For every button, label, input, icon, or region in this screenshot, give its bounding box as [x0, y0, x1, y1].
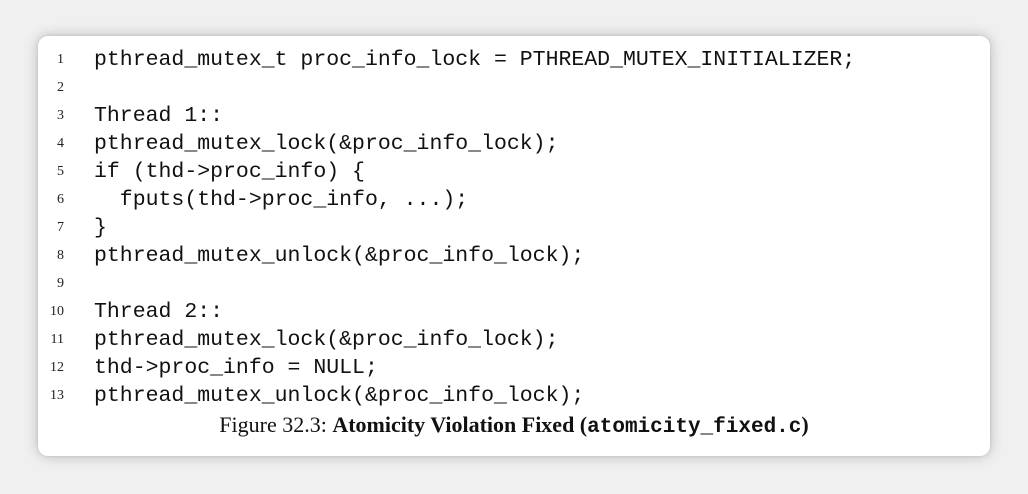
figure-title-close: ) [801, 412, 809, 437]
code-line: 5 if (thd->proc_info) { [38, 158, 990, 186]
line-number: 6 [57, 192, 64, 207]
line-number: 11 [50, 332, 64, 347]
code-line: 13 pthread_mutex_unlock(&proc_info_lock); [38, 382, 990, 410]
figure-title: Atomicity Violation Fixed ( [332, 412, 588, 437]
code-text: pthread_mutex_lock(&proc_info_lock); [94, 328, 559, 352]
code-text: thd->proc_info = NULL; [94, 356, 378, 380]
code-line: 9 [38, 270, 990, 298]
code-listing: 1 pthread_mutex_t proc_info_lock = PTHREA… [38, 46, 990, 410]
figure-filename: atomicity_fixed.c [587, 416, 802, 439]
code-line: 1 pthread_mutex_t proc_info_lock = PTHREA… [38, 46, 990, 74]
code-line: 4 pthread_mutex_lock(&proc_info_lock); [38, 130, 990, 158]
code-line: 12 thd->proc_info = NULL; [38, 354, 990, 382]
code-line: 6 fputs(thd->proc_info, ...); [38, 186, 990, 214]
code-text: } [94, 216, 107, 240]
code-text: Thread 2:: [94, 300, 224, 324]
code-text: fputs(thd->proc_info, ...); [94, 188, 469, 212]
line-number: 4 [57, 136, 64, 151]
line-number: 8 [57, 248, 64, 263]
figure-number: Figure 32.3: [219, 412, 333, 437]
code-text: pthread_mutex_unlock(&proc_info_lock); [94, 244, 585, 268]
line-number: 1 [57, 52, 64, 67]
code-line: 2 [38, 74, 990, 102]
code-text: if (thd->proc_info) { [94, 160, 365, 184]
code-line: 10 Thread 2:: [38, 298, 990, 326]
line-number: 9 [57, 276, 64, 291]
code-line: 8 pthread_mutex_unlock(&proc_info_lock); [38, 242, 990, 270]
code-text: pthread_mutex_t proc_info_lock = PTHREAD… [94, 48, 856, 72]
line-number: 3 [57, 108, 64, 123]
line-number: 7 [57, 220, 64, 235]
code-text: pthread_mutex_unlock(&proc_info_lock); [94, 384, 585, 408]
line-number: 5 [57, 164, 64, 179]
code-figure-card: 1 pthread_mutex_t proc_info_lock = PTHREA… [38, 36, 990, 456]
line-number: 10 [50, 304, 64, 319]
code-text: Thread 1:: [94, 104, 224, 128]
figure-caption: Figure 32.3: Atomicity Violation Fixed (… [38, 412, 990, 439]
line-number: 2 [57, 80, 64, 95]
line-number: 13 [50, 388, 64, 403]
code-line: 7} [38, 214, 990, 242]
code-text: pthread_mutex_lock(&proc_info_lock); [94, 132, 559, 156]
line-number: 12 [50, 360, 64, 375]
code-line: 11 pthread_mutex_lock(&proc_info_lock); [38, 326, 990, 354]
code-line: 3 Thread 1:: [38, 102, 990, 130]
